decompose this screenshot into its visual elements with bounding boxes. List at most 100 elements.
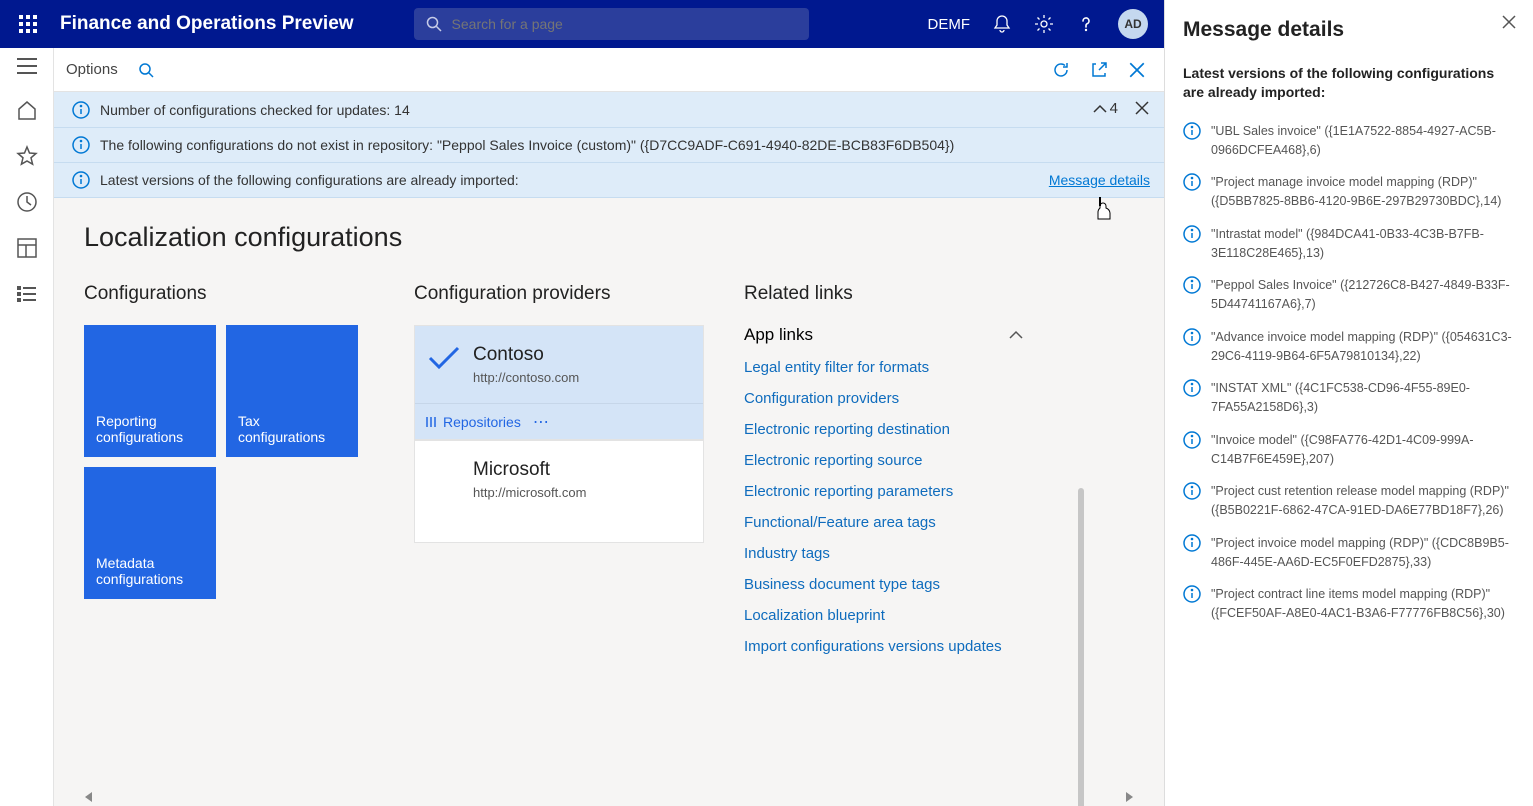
search-box[interactable]: [414, 8, 809, 40]
message-text: "Advance invoice model mapping (RDP)" ({…: [1211, 328, 1515, 366]
horizontal-scrollbar[interactable]: [84, 792, 1134, 800]
info-icon: [1183, 379, 1201, 417]
providers-heading: Configuration providers: [414, 283, 704, 305]
options-menu[interactable]: Options: [66, 61, 118, 78]
close-icon[interactable]: [1128, 61, 1146, 79]
gear-icon[interactable]: [1034, 14, 1054, 34]
info-icon: [1183, 534, 1201, 572]
main-area: Localization configurations Configuratio…: [54, 198, 1164, 806]
scroll-left-icon[interactable]: [84, 792, 94, 802]
configurations-section: Configurations Reporting configurations …: [84, 283, 374, 655]
message-text: "Project invoice model mapping (RDP)" ({…: [1211, 534, 1515, 572]
options-bar: Options: [54, 48, 1164, 92]
tile-tax-configurations[interactable]: Tax configurations: [226, 325, 358, 457]
info-icon: [1183, 122, 1201, 160]
related-link[interactable]: Industry tags: [744, 545, 1034, 562]
provider-name: Contoso: [473, 344, 689, 366]
refresh-icon[interactable]: [1052, 61, 1070, 79]
related-links-section: Related links App links Legal entity fil…: [744, 283, 1034, 655]
provider-card-microsoft[interactable]: Microsoft http://microsoft.com: [414, 440, 704, 543]
popout-icon[interactable]: [1090, 61, 1108, 79]
related-link[interactable]: Legal entity filter for formats: [744, 359, 1034, 376]
message-item: "Project cust retention release model ma…: [1183, 482, 1515, 520]
message-text: "Project contract line items model mappi…: [1211, 585, 1515, 623]
message-text: "UBL Sales invoice" ({1E1A7522-8854-4927…: [1211, 122, 1515, 160]
related-link[interactable]: Import configurations versions updates: [744, 638, 1034, 655]
modules-icon[interactable]: [16, 283, 38, 305]
message-text: "Peppol Sales Invoice" ({212726C8-B427-4…: [1211, 276, 1515, 314]
repositories-link[interactable]: Repositories: [425, 414, 521, 430]
content-scrollbar[interactable]: [1078, 488, 1084, 806]
notification-row: The following configurations do not exis…: [54, 127, 1164, 162]
providers-section: Configuration providers Contoso http://c…: [414, 283, 704, 655]
related-link[interactable]: Electronic reporting destination: [744, 421, 1034, 438]
notification-row: Latest versions of the following configu…: [54, 162, 1164, 197]
bell-icon[interactable]: [992, 14, 1012, 34]
app-links-group-header[interactable]: App links: [744, 325, 1034, 345]
info-icon: [1183, 276, 1201, 314]
related-link[interactable]: Functional/Feature area tags: [744, 514, 1034, 531]
provider-name: Microsoft: [473, 459, 689, 481]
provider-url: http://microsoft.com: [473, 485, 689, 500]
recent-icon[interactable]: [16, 191, 38, 213]
message-item: "Invoice model" ({C98FA776-42D1-4C09-999…: [1183, 431, 1515, 469]
info-icon: [1183, 431, 1201, 469]
configurations-heading: Configurations: [84, 283, 374, 305]
message-text: "Invoice model" ({C98FA776-42D1-4C09-999…: [1211, 431, 1515, 469]
related-link[interactable]: Electronic reporting source: [744, 452, 1034, 469]
info-icon: [1183, 585, 1201, 623]
notification-text: Number of configurations checked for upd…: [100, 102, 410, 118]
top-bar: Finance and Operations Preview DEMF AD: [0, 0, 1164, 48]
info-icon: [72, 136, 90, 154]
provider-card-contoso[interactable]: Contoso http://contoso.com Repositories …: [414, 325, 704, 440]
workspaces-icon[interactable]: [16, 237, 38, 259]
message-item: "Project invoice model mapping (RDP)" ({…: [1183, 534, 1515, 572]
scroll-right-icon[interactable]: [1124, 792, 1134, 802]
info-icon: [1183, 328, 1201, 366]
notification-row: Number of configurations checked for upd…: [54, 92, 1164, 127]
options-search-icon[interactable]: [138, 62, 154, 78]
search-input[interactable]: [452, 16, 797, 32]
notification-collapse[interactable]: 4: [1092, 100, 1118, 117]
related-link[interactable]: Electronic reporting parameters: [744, 483, 1034, 500]
notification-text: The following configurations do not exis…: [100, 137, 954, 153]
search-icon: [426, 16, 442, 32]
message-item: "UBL Sales invoice" ({1E1A7522-8854-4927…: [1183, 122, 1515, 160]
provider-url: http://contoso.com: [473, 370, 689, 385]
home-icon[interactable]: [16, 99, 38, 121]
page-title: Localization configurations: [84, 222, 1134, 253]
app-launcher-icon[interactable]: [10, 6, 46, 42]
message-item: "Intrastat model" ({984DCA41-0B33-4C3B-B…: [1183, 225, 1515, 263]
panel-subtitle: Latest versions of the following configu…: [1183, 64, 1515, 102]
message-item: "Peppol Sales Invoice" ({212726C8-B427-4…: [1183, 276, 1515, 314]
panel-close-icon[interactable]: [1501, 14, 1517, 30]
info-icon: [72, 101, 90, 119]
related-link[interactable]: Localization blueprint: [744, 607, 1034, 624]
left-nav: [0, 48, 54, 806]
tile-reporting-configurations[interactable]: Reporting configurations: [84, 325, 216, 457]
message-text: "Intrastat model" ({984DCA41-0B33-4C3B-B…: [1211, 225, 1515, 263]
tile-metadata-configurations[interactable]: Metadata configurations: [84, 467, 216, 599]
notification-close-icon[interactable]: [1134, 100, 1150, 116]
check-icon: [427, 344, 461, 370]
notification-text: Latest versions of the following configu…: [100, 172, 519, 188]
avatar[interactable]: AD: [1118, 9, 1148, 39]
related-link[interactable]: Business document type tags: [744, 576, 1034, 593]
info-icon: [1183, 225, 1201, 263]
repositories-icon: [425, 415, 439, 429]
company-label[interactable]: DEMF: [928, 16, 971, 33]
panel-splitter-icon[interactable]: [1165, 392, 1169, 414]
message-details-panel: Message details Latest versions of the f…: [1165, 0, 1533, 806]
help-icon[interactable]: [1076, 14, 1096, 34]
info-icon: [72, 171, 90, 189]
message-item: "INSTAT XML" ({4C1FC538-CD96-4F55-89E0-7…: [1183, 379, 1515, 417]
related-link[interactable]: Configuration providers: [744, 390, 1034, 407]
message-details-link[interactable]: Message details: [1049, 172, 1150, 188]
message-item: "Advance invoice model mapping (RDP)" ({…: [1183, 328, 1515, 366]
provider-more-icon[interactable]: ⋯: [533, 412, 551, 432]
message-text: "INSTAT XML" ({4C1FC538-CD96-4F55-89E0-7…: [1211, 379, 1515, 417]
app-title: Finance and Operations Preview: [60, 13, 354, 35]
hamburger-icon[interactable]: [16, 57, 38, 75]
favorites-icon[interactable]: [16, 145, 38, 167]
panel-title: Message details: [1183, 18, 1515, 42]
